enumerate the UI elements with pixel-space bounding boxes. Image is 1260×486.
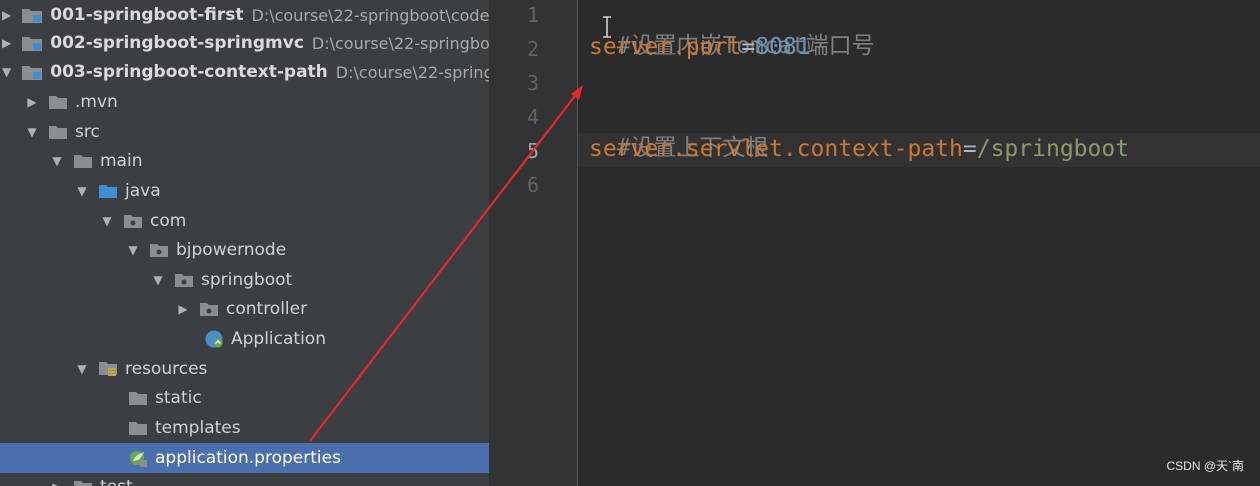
tree-item-bjpowernode[interactable]: ▼ bjpowernode bbox=[0, 235, 489, 265]
tree-item-application-properties[interactable]: application.properties bbox=[0, 443, 489, 473]
tree-item-module-001[interactable]: ▶ 001-springboot-first D:\course\22-spri… bbox=[0, 0, 489, 30]
expand-arrow-icon[interactable]: ▶ bbox=[2, 36, 11, 50]
tree-item-module-002[interactable]: ▶ 002-springboot-springmvc D:\course\22-… bbox=[0, 28, 489, 58]
expand-arrow-icon[interactable]: ▶ bbox=[51, 480, 63, 486]
folder-icon bbox=[128, 390, 148, 406]
tree-item-test[interactable]: ▶ test bbox=[0, 472, 489, 486]
code-line-2[interactable]: server.port=8081 bbox=[589, 34, 811, 60]
tree-item-springboot[interactable]: ▼ springboot bbox=[0, 265, 489, 295]
spring-properties-icon bbox=[128, 448, 148, 468]
property-key: server.port bbox=[589, 34, 742, 60]
line-number: 3 bbox=[526, 71, 539, 95]
collapse-arrow-icon[interactable]: ▼ bbox=[76, 362, 88, 376]
tree-item-templates[interactable]: templates bbox=[0, 413, 489, 443]
tree-item-application-class[interactable]: Application bbox=[0, 324, 489, 354]
tree-item-module-003[interactable]: ▼ 003-springboot-context-path D:\course\… bbox=[0, 57, 489, 87]
tree-item-resources[interactable]: ▼ resources bbox=[0, 354, 489, 384]
collapse-arrow-icon[interactable]: ▼ bbox=[152, 273, 164, 287]
line-number: 4 bbox=[526, 105, 539, 129]
line-number: 2 bbox=[526, 37, 539, 61]
text-cursor-icon bbox=[603, 16, 611, 38]
package-icon bbox=[199, 301, 219, 317]
folder-icon bbox=[73, 479, 93, 486]
folder-icon bbox=[48, 94, 68, 110]
editor-gutter: 1 2 3 4 5 6 bbox=[489, 0, 577, 486]
property-value: /springboot bbox=[976, 136, 1130, 162]
tree-item-mvn[interactable]: ▶ .mvn bbox=[0, 87, 489, 117]
tree-item-java[interactable]: ▼ java bbox=[0, 176, 489, 206]
property-key: server.servlet.context-path bbox=[589, 136, 963, 162]
collapse-arrow-icon[interactable]: ▼ bbox=[26, 125, 38, 139]
tree-item-com[interactable]: ▼ com bbox=[0, 206, 489, 236]
package-icon bbox=[149, 242, 169, 258]
watermark: CSDN @天`南 bbox=[1166, 459, 1244, 473]
folder-icon bbox=[48, 124, 68, 140]
module-folder-icon bbox=[21, 63, 43, 81]
equals-sign: = bbox=[741, 34, 756, 60]
folder-icon bbox=[73, 153, 93, 169]
package-icon bbox=[123, 213, 143, 229]
collapse-arrow-icon[interactable]: ▼ bbox=[127, 243, 139, 257]
project-tree-panel: ▶ 001-springboot-first D:\course\22-spri… bbox=[0, 0, 489, 486]
collapse-arrow-icon[interactable]: ▼ bbox=[101, 214, 113, 228]
tree-item-static[interactable]: static bbox=[0, 383, 489, 413]
equals-sign: = bbox=[962, 136, 977, 162]
expand-arrow-icon[interactable]: ▶ bbox=[177, 302, 189, 316]
collapse-arrow-icon[interactable]: ▼ bbox=[51, 154, 63, 168]
resources-folder-icon bbox=[98, 360, 118, 378]
expand-arrow-icon[interactable]: ▶ bbox=[2, 8, 11, 22]
folder-icon bbox=[128, 420, 148, 436]
property-value: 8081 bbox=[755, 34, 811, 60]
module-folder-icon bbox=[21, 34, 43, 52]
collapse-arrow-icon[interactable]: ▼ bbox=[76, 184, 88, 198]
spring-boot-class-icon bbox=[204, 329, 224, 349]
expand-arrow-icon[interactable]: ▶ bbox=[26, 95, 38, 109]
module-folder-icon bbox=[21, 6, 43, 24]
source-folder-icon bbox=[98, 183, 118, 199]
package-icon bbox=[174, 272, 194, 288]
code-editor[interactable] bbox=[578, 0, 1260, 486]
line-number-current: 5 bbox=[526, 139, 539, 163]
tree-item-src[interactable]: ▼ src bbox=[0, 117, 489, 147]
code-line-5[interactable]: server.servlet.context-path=/springboot bbox=[589, 136, 1129, 162]
tree-item-main[interactable]: ▼ main bbox=[0, 146, 489, 176]
line-number: 6 bbox=[526, 173, 539, 197]
line-number: 1 bbox=[526, 3, 539, 27]
collapse-arrow-icon[interactable]: ▼ bbox=[2, 65, 11, 79]
tree-item-controller[interactable]: ▶ controller bbox=[0, 294, 489, 324]
